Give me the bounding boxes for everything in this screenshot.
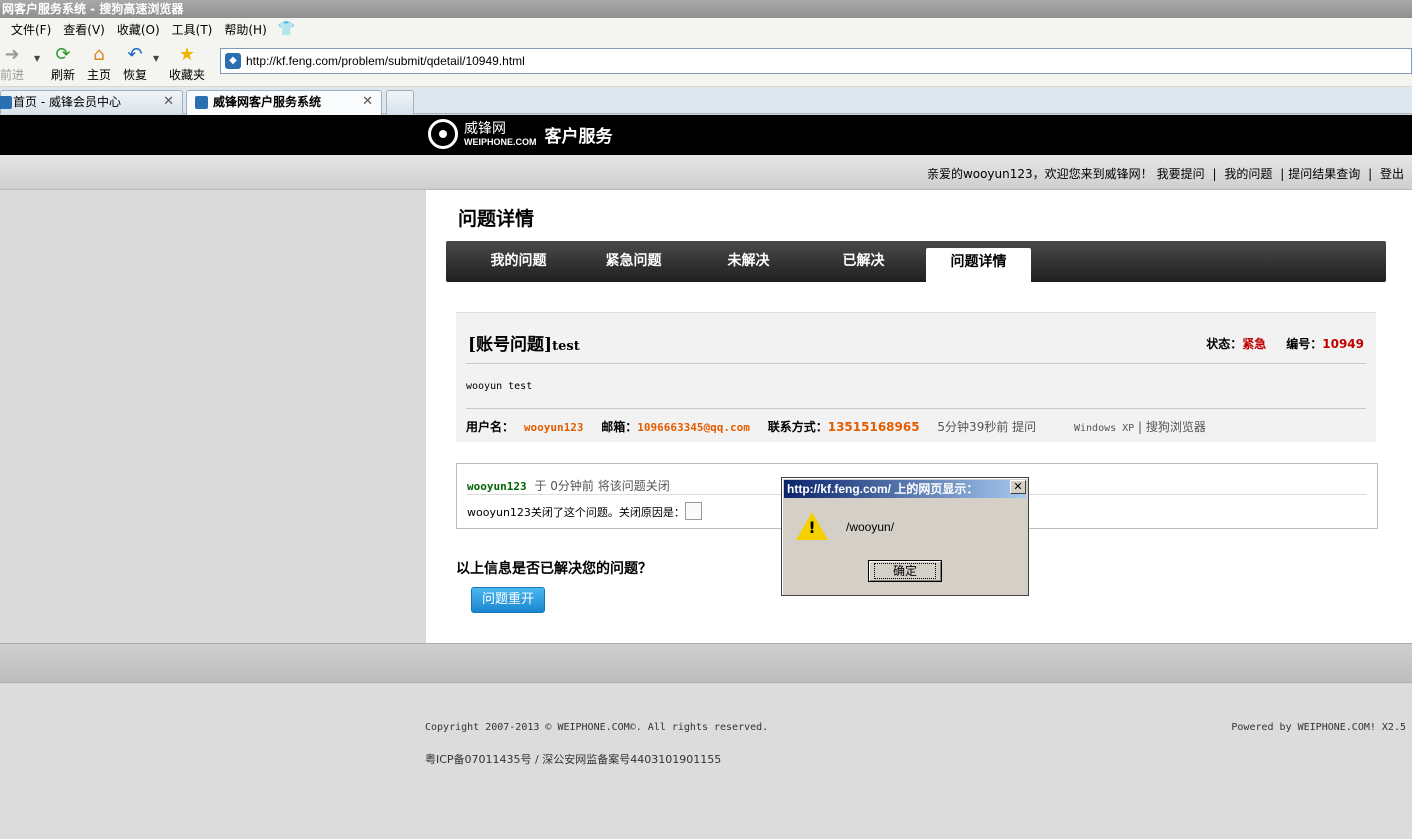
menu-tools[interactable]: 工具(T): [171, 21, 214, 38]
link-result-query[interactable]: 提问结果查询: [1288, 167, 1360, 181]
service-title: 客户服务: [544, 126, 613, 147]
contact-phone: 13515168965: [827, 420, 920, 434]
dialog-message: /wooyun/: [846, 520, 895, 534]
ok-button[interactable]: 确定: [868, 560, 942, 582]
site-favicon-icon: ◆: [225, 53, 241, 69]
dialog-title: http://kf.feng.com/ 上的网页显示：: [784, 480, 1026, 498]
window-title: 网客户服务系统 - 搜狗高速浏览器: [0, 0, 1412, 18]
resolve-question: 以上信息是否已解决您的问题？: [456, 561, 652, 577]
restore-button[interactable]: ↶ 恢复: [115, 43, 155, 83]
close-tab-icon[interactable]: ✕: [163, 91, 174, 113]
tab-bar: 首页 - 威锋会员中心 ✕ 威锋网客户服务系统 ✕: [0, 87, 1412, 115]
user-links: 亲爱的wooyun123，欢迎您来到威锋网！ 我要提问 | 我的问题 | 提问结果查…: [926, 167, 1404, 181]
divider: [466, 363, 1366, 364]
os-name: Windows XP: [1073, 423, 1135, 434]
skin-shirt-icon[interactable]: 👕: [278, 21, 295, 37]
question-category: [账号问题]: [468, 335, 553, 355]
address-url[interactable]: http://kf.feng.com/problem/submit/qdetai…: [246, 54, 525, 68]
ask-time: 5分钟39秒前 提问: [937, 420, 1037, 434]
favorites-button[interactable]: ★ 收藏夹: [167, 43, 207, 83]
close-reason: wooyun123关闭了这个问题。关闭原因是：: [467, 502, 702, 520]
reopen-button[interactable]: 问题重开: [471, 587, 545, 613]
username: wooyun123: [523, 421, 584, 434]
menu-favorites[interactable]: 收藏(O): [116, 21, 161, 38]
forward-arrow-icon: ➜: [4, 44, 20, 65]
question-id: 10949: [1322, 337, 1364, 351]
tab-favicon-icon: [0, 96, 12, 109]
page-title: 问题详情: [458, 208, 535, 230]
tab-resolved[interactable]: 已解决: [811, 241, 916, 282]
icp-record: 粤ICP备07011435号 / 深公安网监备案号4403101901155: [425, 753, 722, 766]
broken-image-icon: [684, 502, 702, 520]
tab-urgent[interactable]: 紧急问题: [581, 241, 686, 282]
footer-bar: [0, 643, 1412, 683]
home-icon: ⌂: [93, 44, 105, 65]
menu-file[interactable]: 文件(F): [10, 21, 52, 38]
menu-bar: 文件(F) 查看(V) 收藏(O) 工具(T) 帮助(H) 👕: [0, 18, 1412, 40]
close-user: wooyun123: [467, 480, 527, 493]
address-bar[interactable]: ◆ http://kf.feng.com/problem/submit/qdet…: [220, 48, 1412, 74]
close-record-header: wooyun123 于 0分钟前 将该问题关闭: [467, 479, 670, 493]
status-badge: 紧急: [1242, 337, 1267, 351]
question-title-text: test: [552, 339, 580, 354]
welcome-text: 亲爱的wooyun123，欢迎您来到威锋网！: [926, 167, 1153, 181]
warning-exclamation-icon: !: [808, 518, 816, 537]
forward-dropdown-icon[interactable]: ▼: [34, 54, 40, 63]
refresh-button[interactable]: ⟳ 刷新: [43, 43, 83, 83]
tab-customer-service[interactable]: 威锋网客户服务系统 ✕: [186, 90, 382, 115]
menu-view[interactable]: 查看(V): [62, 21, 106, 38]
forward-button[interactable]: ➜ 前进: [0, 43, 32, 83]
tab-favicon-icon: [195, 96, 208, 109]
browser-name: 搜狗浏览器: [1145, 420, 1206, 434]
nav-tabs: 我的问题 紧急问题 未解决 已解决 问题详情: [446, 241, 1386, 282]
home-button[interactable]: ⌂ 主页: [79, 43, 119, 83]
refresh-icon: ⟳: [55, 44, 71, 65]
star-icon: ★: [178, 44, 196, 65]
question-title: [账号问题]test: [468, 330, 580, 355]
link-my-questions[interactable]: 我的问题: [1224, 167, 1272, 181]
weiphone-logo[interactable]: 威锋网 WEIPHONE.COM 客户服务: [428, 119, 613, 149]
alert-dialog: http://kf.feng.com/ 上的网页显示： ✕ ! /wooyun/…: [781, 477, 1029, 596]
undo-icon: ↶: [127, 44, 143, 65]
powered-by: Powered by WEIPHONE.COM! X2.5: [1231, 722, 1406, 733]
tab-my-questions[interactable]: 我的问题: [466, 241, 571, 282]
tab-member-center[interactable]: 首页 - 威锋会员中心 ✕: [0, 90, 183, 114]
tab-question-detail[interactable]: 问题详情: [926, 248, 1031, 282]
dialog-close-icon[interactable]: ✕: [1010, 480, 1026, 494]
user-bar: 亲爱的wooyun123，欢迎您来到威锋网！ 我要提问 | 我的问题 | 提问结果查…: [0, 155, 1412, 190]
copyright: Copyright 2007-2013 © WEIPHONE.COM©. All…: [425, 722, 769, 733]
link-ask[interactable]: 我要提问: [1157, 167, 1205, 181]
question-body: wooyun test: [466, 381, 533, 392]
site-header: 威锋网 WEIPHONE.COM 客户服务: [0, 115, 1412, 155]
email: 1096663345@qq.com: [637, 421, 750, 434]
left-background: [0, 190, 426, 643]
restore-dropdown-icon[interactable]: ▼: [153, 54, 159, 63]
question-info: 用户名： wooyun123 邮箱：1096663345@qq.com 联系方式…: [466, 420, 1206, 434]
weiphone-logo-icon: [428, 119, 458, 149]
link-logout[interactable]: 登出: [1380, 167, 1404, 181]
question-meta: 状态：紧急 编号：10949: [1206, 337, 1364, 351]
footer: Copyright 2007-2013 © WEIPHONE.COM©. All…: [0, 684, 1412, 839]
menu-help[interactable]: 帮助(H): [223, 21, 267, 38]
new-tab-button[interactable]: [386, 90, 414, 114]
question-detail-panel: [账号问题]test 状态：紧急 编号：10949 wooyun test 用户名…: [456, 312, 1376, 442]
close-tab-icon[interactable]: ✕: [362, 91, 373, 113]
tab-unresolved[interactable]: 未解决: [696, 241, 801, 282]
divider: [466, 408, 1366, 409]
